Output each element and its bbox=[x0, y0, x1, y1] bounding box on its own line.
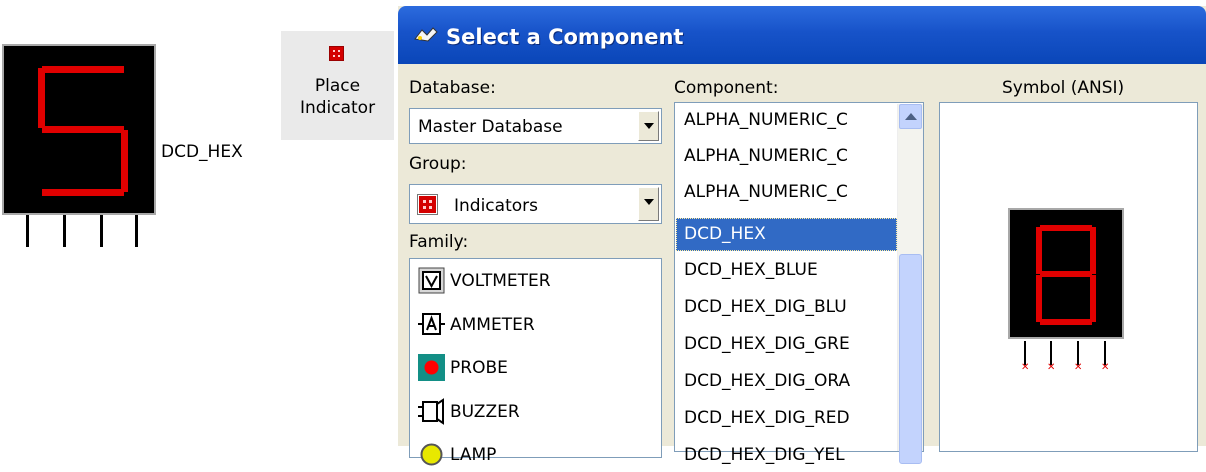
place-indicator-label: Place Indicator bbox=[281, 75, 394, 119]
dialog-titlebar[interactable]: Select a Component bbox=[398, 6, 1206, 64]
list-item[interactable]: DCD_HEX_DIG_GRE bbox=[676, 328, 897, 361]
buzzer-icon bbox=[418, 398, 444, 425]
place-indicator-button[interactable]: Place Indicator bbox=[281, 31, 394, 140]
segment-e bbox=[1036, 275, 1042, 322]
family-item-label: BUZZER bbox=[450, 402, 520, 422]
lamp-icon bbox=[420, 443, 443, 466]
pin-end-marker: ✕ bbox=[1021, 362, 1030, 373]
place-indicator-line-1: Place bbox=[314, 76, 361, 96]
family-item-label: AMMETER bbox=[450, 315, 535, 335]
family-item-label: VOLTMETER bbox=[450, 271, 551, 291]
select-component-dialog: Select a Component Database: Master Data… bbox=[398, 6, 1206, 466]
pin-4[interactable] bbox=[135, 215, 138, 247]
family-list[interactable]: VOLTMETER AMMETER PROBE BUZZER LAMP bbox=[409, 258, 662, 466]
database-value: Master Database bbox=[418, 117, 563, 137]
indicator-icon bbox=[417, 194, 438, 215]
list-item[interactable]: ALPHA_NUMERIC_C bbox=[676, 104, 897, 137]
pin-end-marker: ✕ bbox=[1047, 362, 1056, 373]
segment-a bbox=[1040, 225, 1092, 231]
segment-f bbox=[38, 68, 45, 128]
pin-end-marker: ✕ bbox=[1074, 362, 1083, 373]
component-label: Component: bbox=[674, 78, 779, 98]
voltmeter-icon bbox=[418, 267, 445, 294]
list-item[interactable]: DCD_HEX_BLUE bbox=[676, 254, 897, 287]
chevron-down-icon[interactable] bbox=[638, 187, 659, 221]
component-reference-label: DCD_HEX bbox=[161, 142, 243, 162]
scroll-thumb[interactable] bbox=[899, 254, 922, 464]
list-item[interactable]: ALPHA_NUMERIC_C bbox=[676, 176, 897, 209]
place-indicator-line-2: Indicator bbox=[299, 98, 376, 118]
pin-end-marker: ✕ bbox=[1101, 362, 1110, 373]
dialog-title: Select a Component bbox=[446, 25, 684, 49]
segment-g bbox=[42, 126, 124, 133]
list-item[interactable]: ALPHA_NUMERIC_C bbox=[676, 140, 897, 173]
family-label: Family: bbox=[409, 232, 469, 252]
indicator-icon bbox=[329, 46, 344, 61]
segment-c bbox=[1090, 275, 1096, 322]
family-item-label: LAMP bbox=[450, 445, 497, 465]
pin-3[interactable] bbox=[100, 215, 103, 247]
symbol-preview: ✕ ✕ ✕ ✕ bbox=[939, 102, 1198, 452]
segment-c bbox=[121, 130, 128, 192]
family-item-label: PROBE bbox=[450, 358, 508, 378]
group-value: Indicators bbox=[454, 196, 538, 216]
list-item[interactable]: DCD_HEX_DIG_BLU bbox=[676, 291, 897, 324]
probe-icon bbox=[418, 354, 445, 381]
component-scrollbar[interactable] bbox=[897, 104, 923, 464]
segment-a bbox=[42, 66, 124, 73]
segment-d bbox=[1040, 319, 1092, 325]
group-select[interactable]: Indicators bbox=[409, 184, 662, 224]
list-item-selected[interactable]: DCD_HEX bbox=[676, 218, 897, 251]
pin-1[interactable] bbox=[26, 215, 29, 247]
symbol-label: Symbol (ANSI) bbox=[1002, 78, 1125, 98]
database-label: Database: bbox=[409, 78, 496, 98]
symbol-seven-segment-display bbox=[1008, 208, 1124, 339]
pin-2[interactable] bbox=[63, 215, 66, 247]
segment-g bbox=[1040, 271, 1092, 277]
component-list[interactable]: ALPHA_NUMERIC_C ALPHA_NUMERIC_C ALPHA_NU… bbox=[674, 102, 924, 465]
scroll-up-icon[interactable] bbox=[899, 104, 922, 129]
segment-f bbox=[1036, 227, 1042, 274]
chevron-down-icon[interactable] bbox=[638, 111, 659, 141]
segment-d bbox=[42, 189, 124, 196]
seven-segment-display[interactable] bbox=[2, 44, 156, 215]
ammeter-icon bbox=[418, 313, 445, 335]
list-item[interactable]: DCD_HEX_DIG_YEL bbox=[676, 439, 897, 472]
database-select[interactable]: Master Database bbox=[409, 108, 662, 144]
segment-b bbox=[1090, 227, 1096, 274]
group-label: Group: bbox=[409, 154, 467, 174]
list-item[interactable]: DCD_HEX_DIG_RED bbox=[676, 402, 897, 435]
component-wizard-icon bbox=[414, 27, 438, 42]
list-item[interactable]: DCD_HEX_DIG_ORA bbox=[676, 365, 897, 398]
